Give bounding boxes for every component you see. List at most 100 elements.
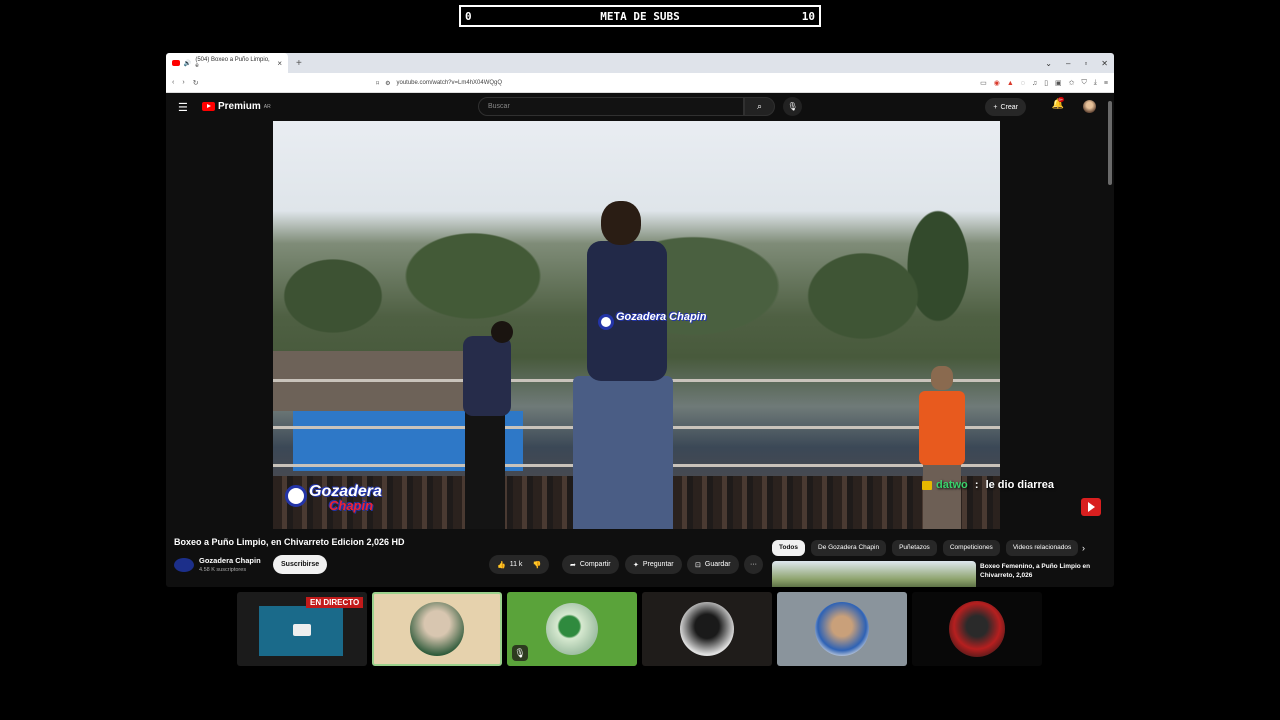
bookmark-icon[interactable]: ⌑ [376,80,379,87]
restore-icon[interactable]: ▫ [1084,59,1087,68]
notification-badge: 9+ [1057,97,1065,102]
tab-title: (504) Boxeo a Puño Limpio, e [195,57,270,69]
participant-tile-2[interactable] [372,592,502,666]
youtube-favicon-icon [172,60,180,66]
shield-icon[interactable]: ⛉ [1082,79,1087,87]
save-icon: ⊡ [695,561,701,569]
page-scrollbar[interactable] [1108,101,1112,185]
reload-icon[interactable]: ↻ [193,79,199,87]
download-icon[interactable]: ⤓ [1094,79,1097,87]
search-input[interactable]: Buscar [478,97,744,116]
sync-icon[interactable]: ◌ [1021,80,1025,87]
video-player[interactable]: Gozadera Chapin Gozadera Chapin [273,121,1000,529]
browser-tab[interactable]: 🔊 (504) Boxeo a Puño Limpio, e × [166,53,288,73]
minimize-icon[interactable]: – [1066,59,1070,68]
extension-triangle-icon[interactable]: ▲ [1007,80,1014,87]
share-label: Compartir [579,561,611,568]
menu-icon[interactable]: ≡ [1104,80,1108,87]
like-icon[interactable]: 👍 [497,561,506,569]
search-icon: ⌕ [756,101,763,111]
fighter-right [573,201,673,529]
watermark-reel-icon [598,314,614,330]
save-button[interactable]: ⊡ Guardar [687,555,739,574]
recommended-title[interactable]: Boxeo Femenino, a Puño Limpio en Chivarr… [980,562,1110,580]
sub-goal-target: 10 [801,9,815,23]
subscribe-button[interactable]: Suscribirse [273,555,328,574]
chip-punches[interactable]: Puñetazos [892,540,937,556]
participant-avatar [410,602,464,656]
wallet-icon[interactable]: ▣ [1055,79,1062,87]
tab-bar: 🔊 (504) Boxeo a Puño Limpio, e × + ⌄ – ▫… [166,53,1114,73]
browser-toolbar: ▭ ◉ ▲ ◌ ♫ ▯ ▣ ✩ ⛉ ⤓ ≡ [980,73,1108,93]
like-count[interactable]: 11 k [510,561,523,568]
video-title: Boxeo a Puño Limpio, en Chivarreto Edici… [174,537,405,547]
participant-tile-4[interactable] [642,592,772,666]
muted-mic-icon: 🎙 [512,645,528,661]
cast-icon[interactable]: ▭ [980,79,987,87]
close-window-icon[interactable]: ✕ [1101,59,1108,68]
participant-tile-5[interactable] [777,592,907,666]
channel-avatar[interactable] [174,558,194,572]
channel-name[interactable]: Gozadera Chapin [199,556,261,565]
notifications-button[interactable]: 🔔 9+ [1052,97,1065,110]
sub-goal-bar: 0 META DE SUBS 10 [459,5,821,27]
sidebar-icon[interactable]: ▯ [1044,79,1048,87]
forward-icon[interactable]: › [182,79,184,86]
participant-avatar [546,603,598,655]
create-button[interactable]: + Crear [985,98,1026,116]
participant-avatar [815,602,869,656]
mic-button[interactable]: 🎙 [783,97,802,116]
hamburger-icon[interactable]: ☰ [178,101,188,114]
participant-avatar [680,602,734,656]
ask-button[interactable]: ✦ Preguntar [625,555,682,574]
watermark-small: Gozadera Chapin [616,311,707,323]
site-info-icon[interactable]: ⚙ [385,80,390,87]
ask-label: Preguntar [642,561,674,568]
recommended-thumbnail[interactable] [772,561,976,587]
participant-tile-6[interactable] [912,592,1042,666]
avatar[interactable] [1083,100,1096,113]
dislike-icon[interactable]: 👎 [532,561,541,569]
chat-separator: : [971,479,982,491]
chip-channel[interactable]: De Gozadera Chapin [811,540,887,556]
share-icon: ➦ [570,561,576,569]
more-icon: ··· [750,561,757,568]
watermark-big: Gozadera Chapin [309,483,382,513]
back-icon[interactable]: ‹ [172,79,174,86]
video-info: Boxeo a Puño Limpio, en Chivarreto Edici… [166,531,1114,587]
logo-country: AR [263,103,271,110]
url-text: youtube.com/watch?v=Lm4hX04WQgQ [396,80,503,86]
search-button[interactable]: ⌕ [744,97,775,116]
like-dislike-group: 👍 11 k 👎 [489,555,550,574]
browser-window: 🔊 (504) Boxeo a Puño Limpio, e × + ⌄ – ▫… [166,53,1114,587]
youtube-logo[interactable]: Premium AR [202,101,271,112]
sub-goal-current: 0 [465,9,472,23]
chat-message: datwo : le dio diarrea [922,479,1054,491]
youtube-header: ☰ Premium AR Buscar ⌕ 🎙 + Crear 🔔 9+ [166,93,1114,121]
participant-avatar [949,601,1005,657]
new-tab-icon[interactable]: + [296,58,302,69]
chip-related[interactable]: Videos relacionados [1005,540,1079,556]
share-button[interactable]: ➦ Compartir [562,555,619,574]
chip-competitions[interactable]: Competiciones [942,540,1000,556]
chevron-down-icon[interactable]: ⌄ [1045,59,1052,68]
chip-todos[interactable]: Todos [772,540,806,556]
extension-shield-icon[interactable]: ◉ [994,79,1000,87]
chevron-right-icon[interactable]: › [1082,543,1085,553]
url-field[interactable]: ⌑ ⚙ youtube.com/watch?v=Lm4hX04WQgQ [376,73,502,93]
fighter-left [453,321,513,529]
microphone-icon: 🎙 [787,102,798,111]
related-chips: Todos De Gozadera Chapin Puñetazos Compe… [772,540,1079,556]
live-badge: EN DIRECTO [306,597,364,608]
sparkle-icon: ✦ [633,561,639,569]
channel-subscribers: 4.58 K suscriptores [199,567,247,573]
speaker-icon: 🔊 [183,60,192,67]
more-actions-button[interactable]: ··· [744,555,763,574]
close-tab-icon[interactable]: × [277,59,282,68]
music-icon[interactable]: ♫ [1032,80,1037,87]
favorites-icon[interactable]: ✩ [1069,79,1075,87]
watermark-reel-icon [285,485,307,507]
youtube-play-icon [202,102,215,111]
save-label: Guardar [704,561,731,568]
crown-icon [922,480,932,490]
